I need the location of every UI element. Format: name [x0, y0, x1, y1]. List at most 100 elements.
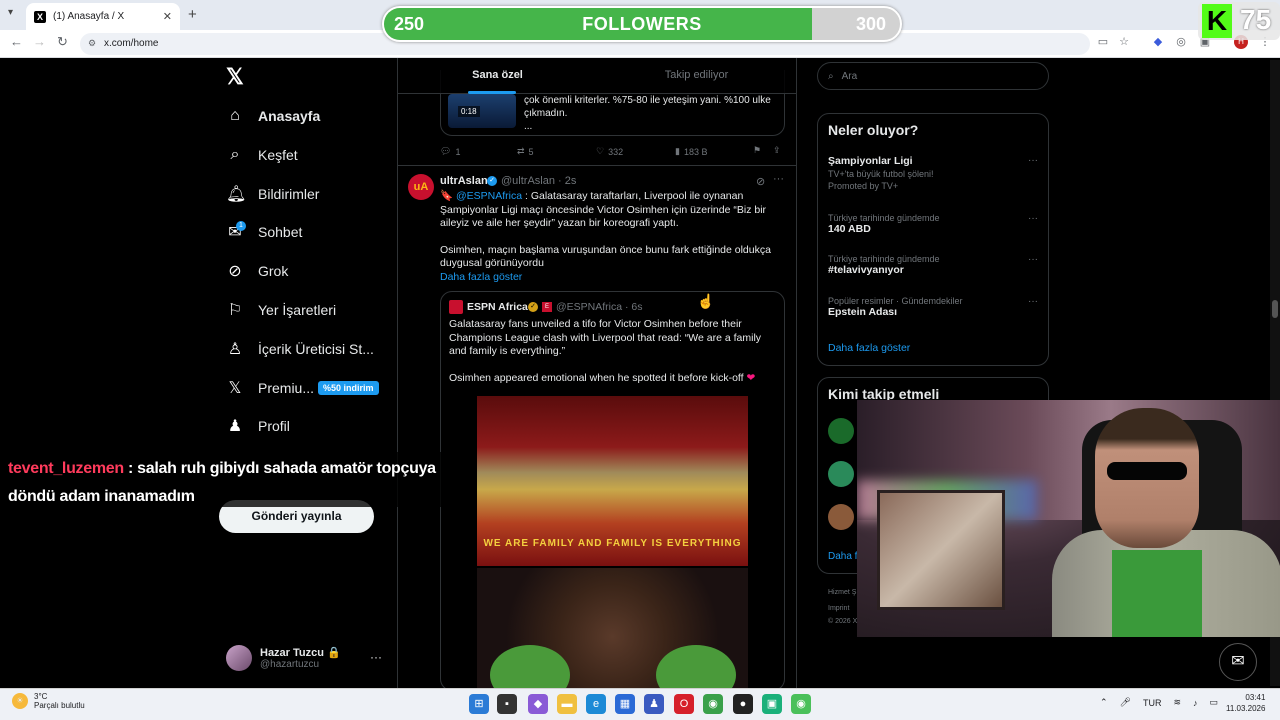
trend-item[interactable]: Türkiye tarihinde gündemde #telavivyanıyo… [828, 254, 1038, 276]
close-tab-icon[interactable]: ✕ [163, 10, 172, 23]
heart-emoji-icon: ❤ [746, 371, 756, 384]
nav-item-label: İçerik Üreticisi St... [258, 340, 374, 357]
copilot-icon[interactable]: ◆ [528, 694, 548, 714]
chrome-icon[interactable]: ◉ [703, 694, 723, 714]
nav-item-grok[interactable]: ⊘ Grok [226, 256, 288, 286]
messages-drawer-icon[interactable]: ✉ [1219, 643, 1257, 681]
mic-icon[interactable]: 🎤︎ [1120, 697, 1131, 708]
trend-more-icon[interactable]: ··· [1028, 296, 1038, 307]
start-icon[interactable]: ⊞ [469, 694, 489, 714]
kick-count: 75 [1240, 4, 1272, 35]
bookmark-icon[interactable]: ⚑ [753, 145, 761, 156]
repost-button[interactable]: ⇄ 5 [517, 146, 534, 157]
footer-link[interactable]: Hizmet Ş [828, 589, 856, 596]
clock[interactable]: 03:41 11.03.2026 [1226, 692, 1265, 714]
tab-following[interactable]: Takip ediliyor [597, 58, 796, 93]
streamer-shirt [1112, 550, 1202, 637]
chevron-up-icon[interactable]: ⌃ [1100, 697, 1108, 708]
edge-icon[interactable]: e [586, 694, 606, 714]
mouse-cursor-icon: ☝ [697, 293, 715, 309]
tifo-banner-text: WE ARE FAMILY AND FAMILY IS EVERYTHING [483, 538, 742, 549]
app-icon[interactable]: ▣ [762, 694, 782, 714]
more-icon[interactable]: ··· [773, 173, 784, 185]
chat-message: tevent_luzemen : salah ruh gibiydı sahad… [8, 455, 468, 511]
forward-icon[interactable]: → [33, 34, 46, 49]
opera-icon[interactable]: O [674, 694, 694, 714]
grok-icon[interactable]: ⊘ [756, 175, 765, 188]
nav-item-x[interactable]: 𝕏 Premiu... [226, 373, 314, 403]
trend-item[interactable]: Popüler resimler · Gündemdekiler Epstein … [828, 296, 1038, 318]
reload-icon[interactable]: ↻ [57, 34, 68, 50]
windows-taskbar [0, 688, 1280, 720]
tab-for-you[interactable]: Sana özel [398, 58, 597, 93]
trend-name: Epstein Adası [828, 306, 898, 318]
back-icon[interactable]: ← [10, 34, 23, 49]
language-indicator[interactable]: TUR [1143, 698, 1162, 708]
avatar[interactable] [828, 461, 854, 487]
new-tab-button[interactable]: + [188, 6, 197, 23]
show-more-link[interactable]: Daha fazla göster [440, 271, 780, 285]
battery-icon[interactable]: ▭ [1210, 697, 1219, 708]
search-icon: ⌕ [230, 145, 240, 163]
system-tray: ⌃ 🎤︎ TUR ≋ ♪ ▭ [1100, 697, 1218, 708]
grok-icon: ⊘ [228, 263, 242, 281]
avatar[interactable]: uA [408, 174, 434, 200]
cast-icon[interactable]: ▭ [1096, 35, 1110, 49]
extension-icon[interactable]: ◆ [1151, 35, 1165, 49]
site-info-icon[interactable]: ⚙ [88, 38, 96, 49]
clock-time: 03:41 [1245, 693, 1266, 702]
account-more-icon[interactable]: ··· [370, 650, 382, 664]
obs-icon[interactable]: ● [733, 694, 753, 714]
trend-more-icon[interactable]: ··· [1028, 155, 1038, 166]
creator-icon: ♙ [227, 340, 243, 358]
trend-more-icon[interactable]: ··· [1028, 213, 1038, 224]
like-button[interactable]: ♡ 332 [596, 146, 623, 157]
nav-item-label: Anasayfa [258, 108, 321, 124]
nav-item-person[interactable]: ♟ Profil [226, 411, 290, 441]
tweet-author-handle[interactable]: @ultrAslan · 2s [501, 175, 576, 187]
trend-name: 140 ABD [828, 223, 871, 235]
star-icon[interactable]: ☆ [1117, 35, 1131, 49]
trend-item[interactable]: Şampiyonlar Ligi TV+'ta büyük futbol şöle… [828, 155, 1038, 191]
weather-widget[interactable]: ☀ 3°C Parçalı bulutlu [12, 692, 85, 710]
trend-more-icon[interactable]: ··· [1028, 254, 1038, 265]
views-button[interactable]: ▮ 183 B [675, 146, 707, 157]
wifi-icon[interactable]: ≋ [1173, 697, 1181, 708]
who-show-more-link[interactable]: Daha f [828, 551, 857, 562]
previous-text-line: çok önemli kriterler. %75-80 ile yeteşim… [524, 95, 771, 106]
share-icon[interactable]: ⇪ [773, 145, 781, 156]
trend-item[interactable]: Türkiye tarihinde gündemde 140 ABD ··· [828, 213, 1038, 235]
nav-item-home[interactable]: ⌂ Anasayfa [226, 101, 320, 131]
extension-icon[interactable]: ◎ [1174, 35, 1188, 49]
trends-show-more-link[interactable]: Daha fazla göster [828, 342, 910, 354]
nav-item-label: Premiu... [258, 379, 315, 396]
nav-item-bookmark[interactable]: ⚐ Yer İşaretleri [226, 295, 336, 325]
scrollbar-thumb[interactable] [1272, 300, 1278, 318]
x-logo-icon[interactable]: 𝕏 [226, 64, 244, 90]
nav-item-bell[interactable]: 🔔︎ Bildirimler [226, 179, 319, 209]
nav-item-search[interactable]: ⌕ Keşfet [226, 140, 298, 170]
mention-link[interactable]: @ESPNAfrica [456, 190, 522, 202]
search-input[interactable]: ⌕ Ara [817, 62, 1049, 90]
file-explorer-icon[interactable]: ▬ [557, 694, 577, 714]
reply-button[interactable]: 💬︎ 1 [440, 146, 460, 157]
footer-link[interactable]: Imprint [828, 605, 849, 612]
tweet-author-name[interactable]: ultrAslan [440, 175, 488, 187]
browser-tab[interactable]: X (1) Anasayfa / X ✕ [26, 3, 180, 30]
avatar[interactable] [828, 418, 854, 444]
weather-icon: ☀ [12, 693, 28, 709]
account-switcher[interactable]: Hazar Tuzcu 🔒 @hazartuzcu [226, 645, 341, 671]
volume-icon[interactable]: ♪ [1193, 698, 1198, 708]
chart-icon: ▮ [675, 146, 680, 156]
user-handle: @hazartuzcu [260, 659, 320, 670]
wall-painting [877, 490, 1005, 610]
chrome-icon[interactable]: ◉ [791, 694, 811, 714]
quoted-tweet-text: Galatasaray fans unveiled a tifo for Vic… [449, 318, 779, 385]
nav-item-creator[interactable]: ♙ İçerik Üreticisi St... [226, 334, 374, 364]
trend-promo: Promoted by TV+ [828, 181, 899, 191]
app-icon[interactable]: ♟ [644, 694, 664, 714]
task-view-icon[interactable]: ▪ [497, 694, 517, 714]
avatar[interactable] [828, 504, 854, 530]
store-icon[interactable]: ▦ [615, 694, 635, 714]
tab-search-icon[interactable]: ▾ [8, 7, 13, 18]
